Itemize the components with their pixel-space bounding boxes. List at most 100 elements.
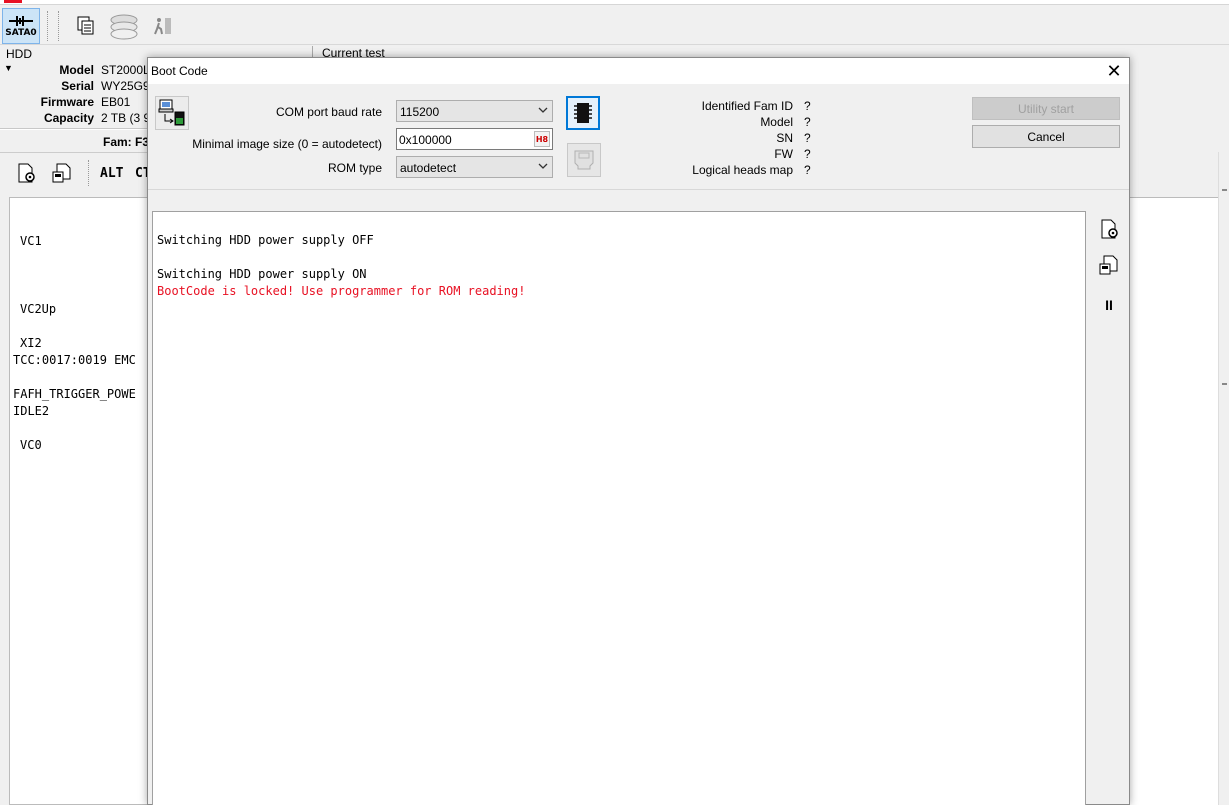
save-log-button[interactable]	[1097, 253, 1121, 277]
disk-stack-button[interactable]	[106, 8, 142, 44]
info-row-firmware: Firmware EB01	[0, 95, 150, 111]
log-line: VC0	[20, 438, 42, 452]
rom-type-value: autodetect	[400, 161, 457, 175]
rom-type-label: ROM type	[327, 161, 382, 175]
baud-rate-label: COM port baud rate	[275, 105, 382, 119]
computer-to-chip-icon	[158, 99, 185, 126]
disk-stack-icon	[110, 14, 138, 40]
secondary-toolbar: ALT CT	[0, 152, 151, 192]
log-line: VC1	[20, 234, 42, 248]
rom-cartridge-icon	[574, 150, 594, 170]
baud-rate-value: 115200	[400, 105, 440, 119]
page-gear-icon	[18, 163, 35, 183]
log-line: XI2	[20, 336, 42, 350]
id-key: Identified Fam ID	[701, 99, 793, 113]
dialog-title: Boot Code	[151, 64, 208, 78]
toolbar-separator	[58, 11, 60, 41]
scroll-mark	[1222, 189, 1227, 191]
hdd-section-label: HDD	[6, 47, 32, 61]
family-label: Fam: F3	[103, 135, 150, 149]
log-line: TCC:0017:0019 EMC	[13, 353, 136, 367]
sata-port-button[interactable]: SATA0	[2, 8, 40, 44]
rom-type-select[interactable]: autodetect	[396, 156, 553, 178]
utility-start-label: Utility start	[1017, 101, 1074, 116]
pause-button[interactable]: II	[1097, 293, 1121, 317]
cancel-label: Cancel	[1027, 129, 1065, 144]
dialog-settings-area: COM port baud rate 115200 Minimal image …	[148, 84, 1129, 190]
min-image-size-value: 0x100000	[399, 133, 452, 147]
id-value: ?	[804, 99, 811, 113]
info-key: Firmware	[40, 95, 94, 109]
info-row-model: Model ST2000LM	[0, 63, 150, 79]
boot-code-dialog: Boot Code ✕ COM port baud rate 115200 Mi…	[147, 57, 1130, 805]
identified-fam-id-row: Identified Fam ID	[628, 99, 793, 115]
identified-model-row: Model	[628, 115, 793, 131]
log-settings-button[interactable]	[1097, 217, 1121, 241]
cancel-button[interactable]: Cancel	[972, 125, 1120, 148]
hex-label: H8	[535, 134, 549, 144]
save-page-icon	[1099, 255, 1118, 275]
sata-connector-icon	[9, 16, 33, 26]
save-log-button[interactable]	[48, 158, 76, 188]
identified-sn-row: SN	[628, 131, 793, 147]
log-line: VC2Up	[20, 302, 57, 316]
connection-mode-button[interactable]	[155, 96, 189, 130]
exit-button[interactable]	[150, 8, 176, 44]
min-image-size-label: Minimal image size (0 = autodetect)	[192, 137, 382, 151]
log-line: Switching HDD power supply ON	[157, 267, 367, 281]
identified-heads-map-row: Logical heads map	[628, 163, 793, 179]
id-key: SN	[776, 131, 793, 145]
log-line-error: BootCode is locked! Use programmer for R…	[157, 284, 526, 298]
info-value: WY25G93	[101, 79, 149, 93]
dialog-title-bar[interactable]: Boot Code ✕	[148, 58, 1129, 84]
utility-start-button[interactable]: Utility start	[972, 97, 1120, 120]
main-toolbar: SATA0	[0, 5, 1229, 45]
toolbar-separator	[88, 160, 90, 186]
close-icon: ✕	[1106, 60, 1122, 82]
id-key: Model	[760, 115, 793, 129]
id-value: ?	[804, 115, 811, 129]
alt-button[interactable]: ALT	[100, 166, 123, 181]
vertical-scrollbar[interactable]	[1218, 152, 1229, 805]
app-icon-fragment	[4, 0, 22, 3]
dialog-log-panel: Switching HDD power supply OFF Switching…	[152, 211, 1086, 805]
panel-divider	[0, 128, 150, 130]
min-image-size-input[interactable]: 0x100000 H8	[396, 128, 553, 150]
id-value: ?	[804, 131, 811, 145]
id-value: ?	[804, 163, 811, 177]
info-key: Model	[59, 63, 94, 77]
info-key: Serial	[61, 79, 94, 93]
info-row-capacity: Capacity 2 TB (3 90	[0, 111, 150, 127]
close-button[interactable]: ✕	[1099, 58, 1129, 84]
dialog-side-toolbar: II	[1088, 211, 1129, 805]
chevron-down-icon	[538, 163, 548, 169]
id-key: Logical heads map	[692, 163, 793, 177]
save-page-icon	[52, 163, 71, 183]
exit-person-icon	[154, 18, 171, 35]
chip-read-button[interactable]	[566, 96, 600, 130]
log-line: FAFH_TRIGGER_POWE	[13, 387, 136, 401]
baud-rate-select[interactable]: 115200	[396, 100, 553, 122]
copy-tests-button[interactable]	[72, 8, 100, 44]
log-line: IDLE2	[13, 404, 50, 418]
page-gear-icon	[1101, 219, 1118, 239]
scroll-mark	[1222, 383, 1227, 385]
id-key: FW	[774, 147, 793, 161]
right-log-panel	[1130, 197, 1218, 805]
pause-icon: II	[1105, 297, 1113, 313]
rom-cartridge-button[interactable]	[567, 143, 601, 177]
settings-page-button[interactable]	[12, 158, 40, 188]
log-line: Switching HDD power supply OFF	[157, 233, 374, 247]
info-key: Capacity	[43, 111, 94, 125]
sata-port-label: SATA0	[5, 28, 37, 38]
copy-pages-icon	[77, 16, 94, 35]
toolbar-separator	[47, 11, 49, 41]
id-value: ?	[804, 147, 811, 161]
main-log-panel: VC1 VC2Up XI2 TCC:0017:0019 EMC FAFH_TRI…	[9, 197, 150, 805]
info-value: EB01	[101, 95, 131, 109]
info-value: ST2000LM	[101, 63, 149, 77]
chevron-down-icon	[538, 107, 548, 113]
info-value: 2 TB (3 90	[101, 111, 149, 125]
chip-icon	[574, 103, 592, 123]
hex-toggle-button[interactable]: H8	[534, 131, 550, 147]
